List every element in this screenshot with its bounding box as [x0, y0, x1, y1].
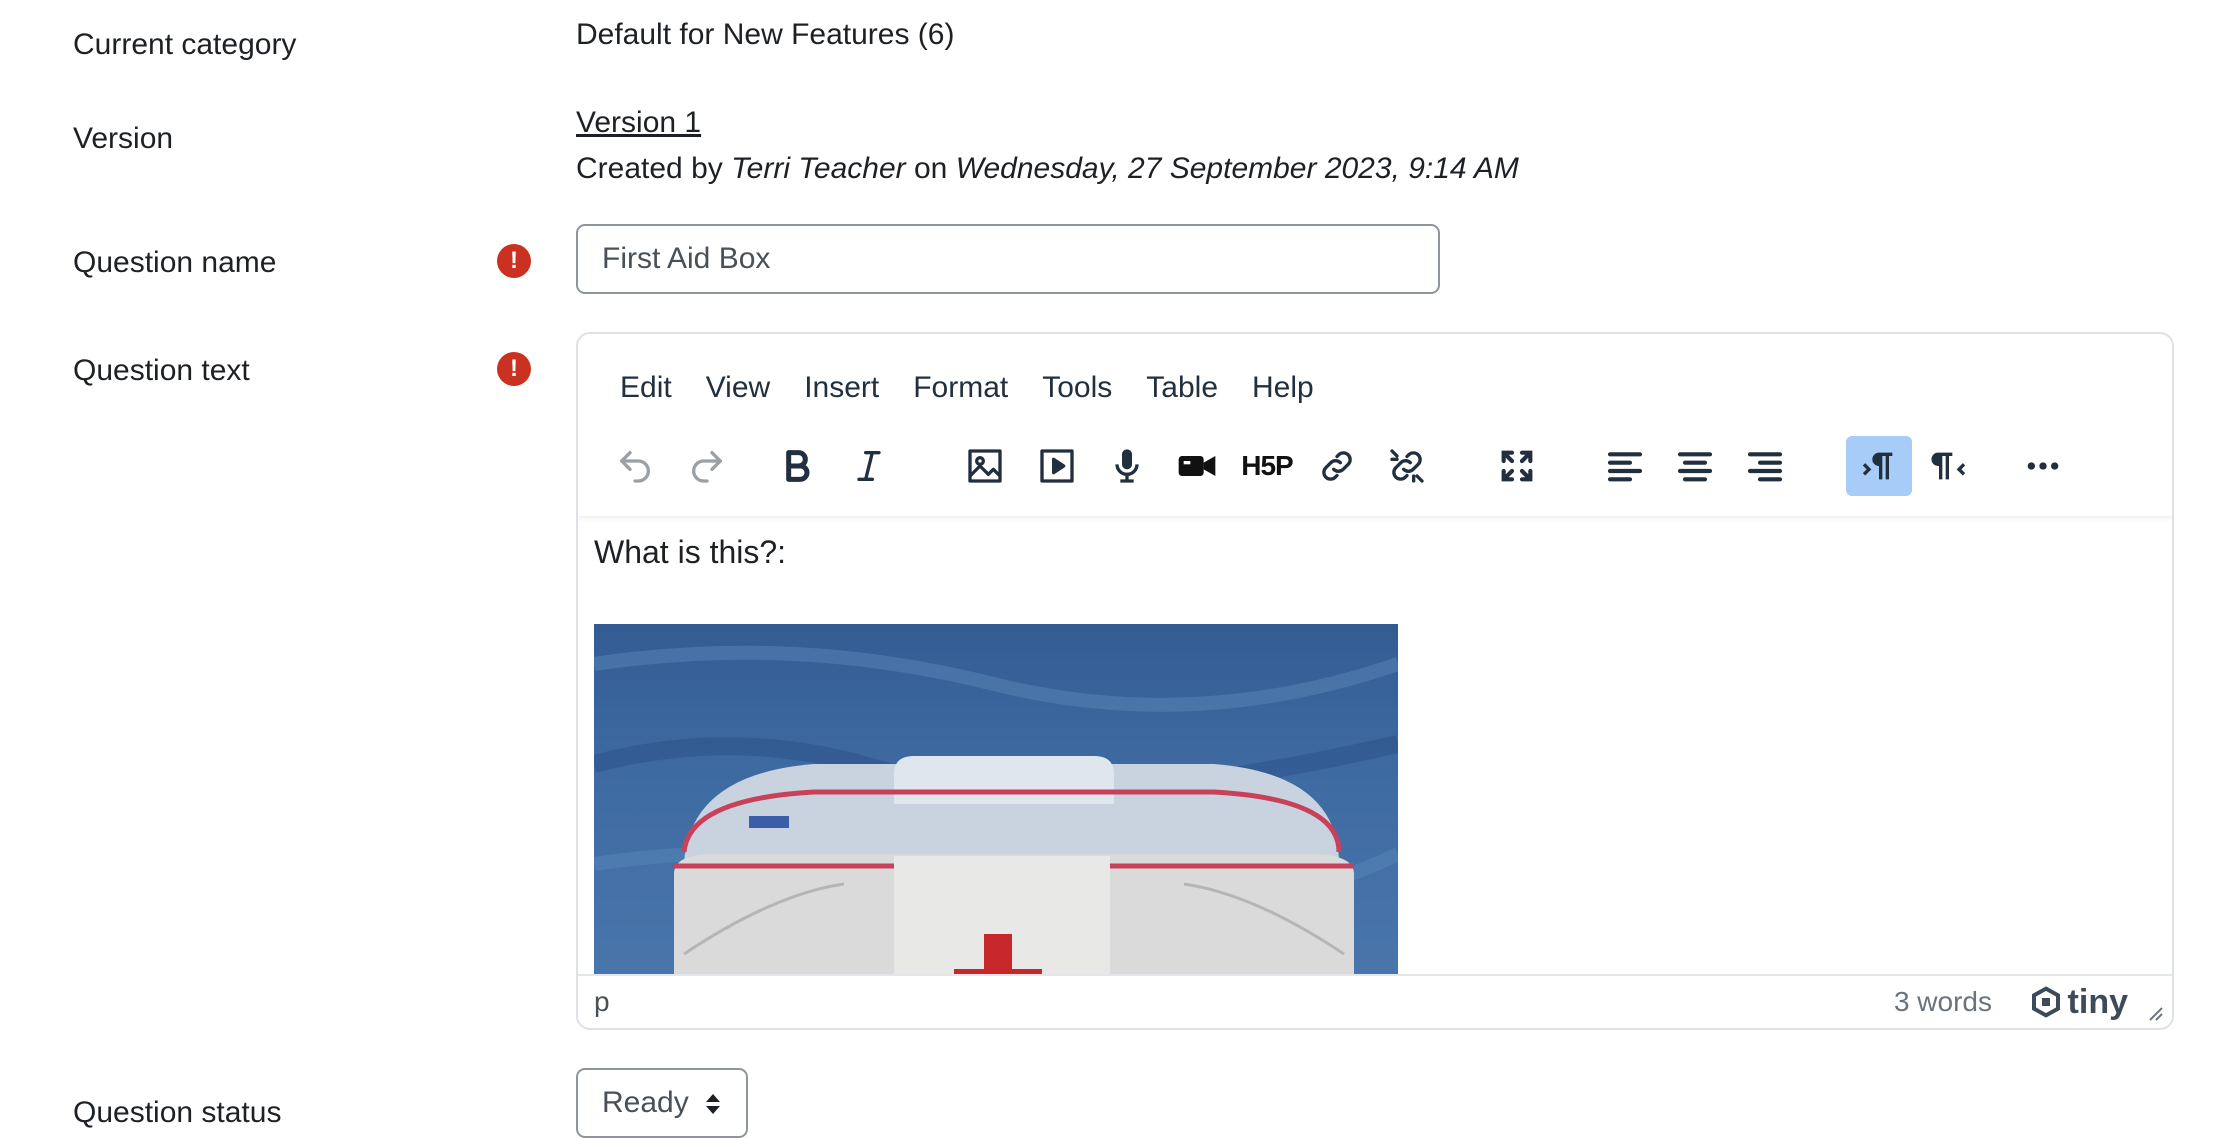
align-center-icon[interactable]: [1662, 436, 1728, 496]
menu-help[interactable]: Help: [1235, 358, 1331, 418]
resize-handle-icon[interactable]: [2144, 1002, 2164, 1022]
editor-menubar: Edit View Insert Format Tools Table Help: [578, 358, 1331, 418]
question-name-label: Question name: [73, 246, 277, 279]
word-count[interactable]: 3 words: [1894, 986, 1992, 1018]
first-aid-box-image: [594, 624, 1398, 976]
menu-format[interactable]: Format: [896, 358, 1025, 418]
media-icon[interactable]: [1024, 436, 1090, 496]
question-name-input[interactable]: First Aid Box: [576, 224, 1440, 294]
required-icon: !: [497, 244, 531, 278]
question-status-select[interactable]: Ready: [576, 1068, 748, 1138]
undo-icon[interactable]: [602, 436, 668, 496]
record-audio-icon[interactable]: [1094, 436, 1160, 496]
align-right-icon[interactable]: [1732, 436, 1798, 496]
question-text-paragraph: What is this?:: [594, 534, 787, 570]
version-link[interactable]: Version 1: [576, 106, 701, 139]
created-author: Terri Teacher: [731, 152, 906, 185]
question-text-editor: Edit View Insert Format Tools Table Help: [576, 332, 2174, 1030]
required-icon: !: [497, 352, 531, 386]
link-icon[interactable]: [1304, 436, 1370, 496]
menu-insert[interactable]: Insert: [787, 358, 896, 418]
current-category-label: Current category: [73, 28, 297, 61]
created-prefix: Created by: [576, 152, 723, 185]
align-left-icon[interactable]: [1592, 436, 1658, 496]
ltr-icon[interactable]: [1846, 436, 1912, 496]
created-info: Created by Terri Teacher on Wednesday, 2…: [576, 152, 1519, 186]
menu-edit[interactable]: Edit: [578, 358, 689, 418]
menu-table[interactable]: Table: [1129, 358, 1235, 418]
category-value: Default for New Features (6): [576, 18, 955, 51]
bold-icon[interactable]: [764, 436, 830, 496]
fullscreen-icon[interactable]: [1484, 436, 1550, 496]
redo-icon[interactable]: [674, 436, 740, 496]
tiny-brand: tiny: [2067, 982, 2128, 1021]
more-icon[interactable]: [2010, 436, 2076, 496]
menu-tools[interactable]: Tools: [1025, 358, 1129, 418]
element-path[interactable]: p: [594, 986, 610, 1018]
image-icon[interactable]: [952, 436, 1018, 496]
unlink-icon[interactable]: [1374, 436, 1440, 496]
version-label: Version: [73, 122, 174, 155]
rtl-icon[interactable]: [1916, 436, 1982, 496]
question-status-label: Question status: [73, 1096, 282, 1129]
record-video-icon[interactable]: [1164, 436, 1230, 496]
editor-content[interactable]: What is this?:: [594, 534, 2172, 976]
menu-view[interactable]: View: [689, 358, 787, 418]
question-status-value: Ready: [602, 1086, 689, 1119]
tiny-logo[interactable]: tiny: [2030, 983, 2128, 1022]
editor-toolbar: H5P: [578, 426, 2172, 516]
italic-icon[interactable]: [836, 436, 902, 496]
tiny-icon: [2031, 986, 2060, 1018]
h5p-icon[interactable]: H5P: [1234, 436, 1300, 496]
h5p-label: H5P: [1241, 450, 1293, 481]
question-name-value: First Aid Box: [602, 242, 771, 275]
sort-caret-icon: [706, 1094, 720, 1114]
question-text-label: Question text: [73, 354, 250, 387]
created-date: Wednesday, 27 September 2023, 9:14 AM: [955, 152, 1519, 185]
editor-statusbar: p 3 words tiny: [578, 974, 2172, 1028]
created-on: on: [913, 152, 948, 185]
